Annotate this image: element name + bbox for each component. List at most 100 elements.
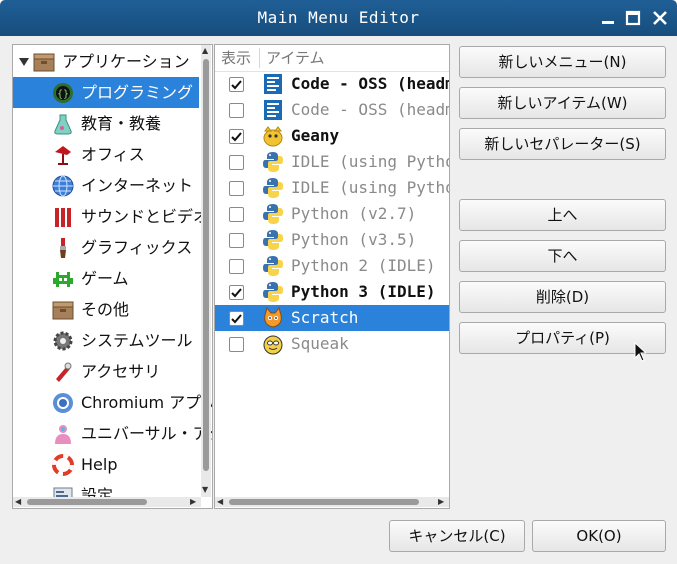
items-horizontal-scroll-thumb[interactable] <box>229 499 419 505</box>
window-title: Main Menu Editor <box>257 8 420 27</box>
new-menu-button[interactable]: 新しいメニュー(N) <box>459 46 666 78</box>
show-checkbox[interactable] <box>229 181 244 196</box>
tree-item-programming[interactable]: {} プログラミング <box>13 77 199 108</box>
item-label: Python (v2.7) <box>291 204 417 223</box>
tree-item-label: システムツール <box>81 331 193 350</box>
python-icon <box>263 152 283 172</box>
item-label: Code - OSS (headmelted) <box>291 100 450 119</box>
close-button[interactable] <box>650 8 670 28</box>
tree-vertical-scroll-thumb[interactable] <box>203 59 209 471</box>
show-checkbox[interactable] <box>229 103 244 118</box>
scroll-right-arrow-icon[interactable]: ▶ <box>438 498 444 506</box>
show-checkbox[interactable] <box>229 207 244 222</box>
main-menu-editor-window: Main Menu Editor アプリケーション {} プログラミング 教育・… <box>0 0 677 564</box>
item-row-squeak[interactable]: Squeak <box>215 331 449 357</box>
scroll-up-arrow-icon[interactable]: ▲ <box>202 47 208 55</box>
title-bar[interactable]: Main Menu Editor <box>0 0 677 36</box>
tree-item-label: ゲーム <box>81 269 129 288</box>
programming-icon: {} <box>53 83 73 103</box>
help-icon <box>52 454 74 476</box>
tree-item-system-tools[interactable]: システムツール <box>13 325 199 356</box>
close-icon <box>653 11 667 25</box>
tree-item-label: サウンドとビデオ <box>81 207 210 226</box>
tree-item-label: その他 <box>81 300 130 319</box>
show-checkbox[interactable] <box>229 155 244 170</box>
tree-item-label: ユニバーサル・アクセス <box>81 424 212 443</box>
item-row-python3-idle[interactable]: Python 3 (IDLE) <box>215 279 449 305</box>
checkmark-icon <box>231 132 242 142</box>
item-row-python-v27[interactable]: Python (v2.7) <box>215 201 449 227</box>
item-row-code-oss-1[interactable]: Code - OSS (headmelted) <box>215 71 449 97</box>
tree-item-office[interactable]: オフィス <box>13 139 199 170</box>
item-row-idle-py27[interactable]: IDLE (using Python-2.7) <box>215 149 449 175</box>
item-label: IDLE (using Python-3.5) <box>291 178 450 197</box>
show-checkbox[interactable] <box>229 285 244 300</box>
tree-item-label: プログラミング <box>81 83 194 102</box>
items-horizontal-scrollbar[interactable]: ◀ ▶ <box>215 497 449 507</box>
expander-down-icon[interactable] <box>19 58 29 66</box>
tree-item-education[interactable]: 教育・教養 <box>13 108 199 139</box>
scroll-down-arrow-icon[interactable]: ▼ <box>202 486 208 494</box>
python-icon <box>263 282 283 302</box>
scroll-left-arrow-icon[interactable]: ◀ <box>217 498 223 506</box>
new-separator-button[interactable]: 新しいセパレーター(S) <box>459 128 666 160</box>
column-header-show[interactable]: 表示 <box>221 45 251 71</box>
tree-item-help[interactable]: Help <box>13 449 199 480</box>
show-checkbox[interactable] <box>229 337 244 352</box>
new-item-button[interactable]: 新しいアイテム(W) <box>459 87 666 119</box>
python-icon <box>263 178 283 198</box>
tree-item-label: Help <box>81 455 118 474</box>
minimize-button[interactable] <box>598 8 618 28</box>
show-checkbox[interactable] <box>229 129 244 144</box>
item-row-python2-idle[interactable]: Python 2 (IDLE) <box>215 253 449 279</box>
tree-item-applications[interactable]: アプリケーション <box>13 46 199 77</box>
item-label: Scratch <box>291 308 359 327</box>
code-oss-icon <box>264 100 282 120</box>
item-label: Python 2 (IDLE) <box>291 256 436 275</box>
item-label: Geany <box>291 126 340 145</box>
maximize-icon <box>625 10 641 26</box>
show-checkbox[interactable] <box>229 311 244 326</box>
tree-item-sound-video[interactable]: サウンドとビデオ <box>13 201 209 232</box>
delete-button[interactable]: 削除(D) <box>459 281 666 313</box>
scroll-right-arrow-icon[interactable]: ▶ <box>190 498 196 506</box>
tree-item-label: インターネット <box>81 176 194 195</box>
item-row-geany[interactable]: Geany <box>215 123 449 149</box>
tree-item-universal-access[interactable]: ユニバーサル・アクセス <box>13 418 212 449</box>
tree-item-other[interactable]: その他 <box>13 294 199 325</box>
tree-item-internet[interactable]: インターネット <box>13 170 199 201</box>
move-down-button[interactable]: 下へ <box>459 240 666 272</box>
menu-tree[interactable]: アプリケーション {} プログラミング 教育・教養 オフィス インターネット サ… <box>12 44 213 509</box>
checkmark-icon <box>231 80 242 90</box>
column-header-item[interactable]: アイテム <box>266 45 325 71</box>
cancel-button[interactable]: キャンセル(C) <box>389 520 525 552</box>
ok-button[interactable]: OK(O) <box>532 520 666 552</box>
item-label: Python (v3.5) <box>291 230 417 249</box>
items-list[interactable]: 表示 アイテム Code - OSS (headmelted) Code - O… <box>214 44 450 509</box>
show-checkbox[interactable] <box>229 77 244 92</box>
item-row-python-v35[interactable]: Python (v3.5) <box>215 227 449 253</box>
tree-horizontal-scroll-thumb[interactable] <box>27 499 147 505</box>
tree-item-chromium-apps[interactable]: Chromium アプリ <box>13 387 212 418</box>
tree-item-graphics[interactable]: グラフィックス <box>13 232 199 263</box>
code-oss-icon <box>264 74 282 94</box>
tree-horizontal-scrollbar[interactable]: ◀ ▶ <box>13 497 201 507</box>
item-row-code-oss-2[interactable]: Code - OSS (headmelted) <box>215 97 449 123</box>
universal-access-icon <box>55 425 71 444</box>
graphics-icon <box>60 238 66 258</box>
item-row-scratch[interactable]: Scratch <box>215 305 449 331</box>
show-checkbox[interactable] <box>229 259 244 274</box>
tree-vertical-scrollbar[interactable]: ▲ ▼ <box>201 45 211 497</box>
tree-item-accessories[interactable]: アクセサリ <box>13 356 199 387</box>
move-up-button[interactable]: 上へ <box>459 199 666 231</box>
tree-item-label: Chromium アプリ <box>81 393 213 412</box>
tree-item-games[interactable]: ゲーム <box>13 263 199 294</box>
other-icon <box>52 301 74 320</box>
sound-video-icon <box>55 208 71 227</box>
education-icon <box>54 114 72 135</box>
geany-icon <box>263 126 283 147</box>
maximize-button[interactable] <box>623 8 643 28</box>
item-row-idle-py35[interactable]: IDLE (using Python-3.5) <box>215 175 449 201</box>
scroll-left-arrow-icon[interactable]: ◀ <box>15 498 21 506</box>
show-checkbox[interactable] <box>229 233 244 248</box>
